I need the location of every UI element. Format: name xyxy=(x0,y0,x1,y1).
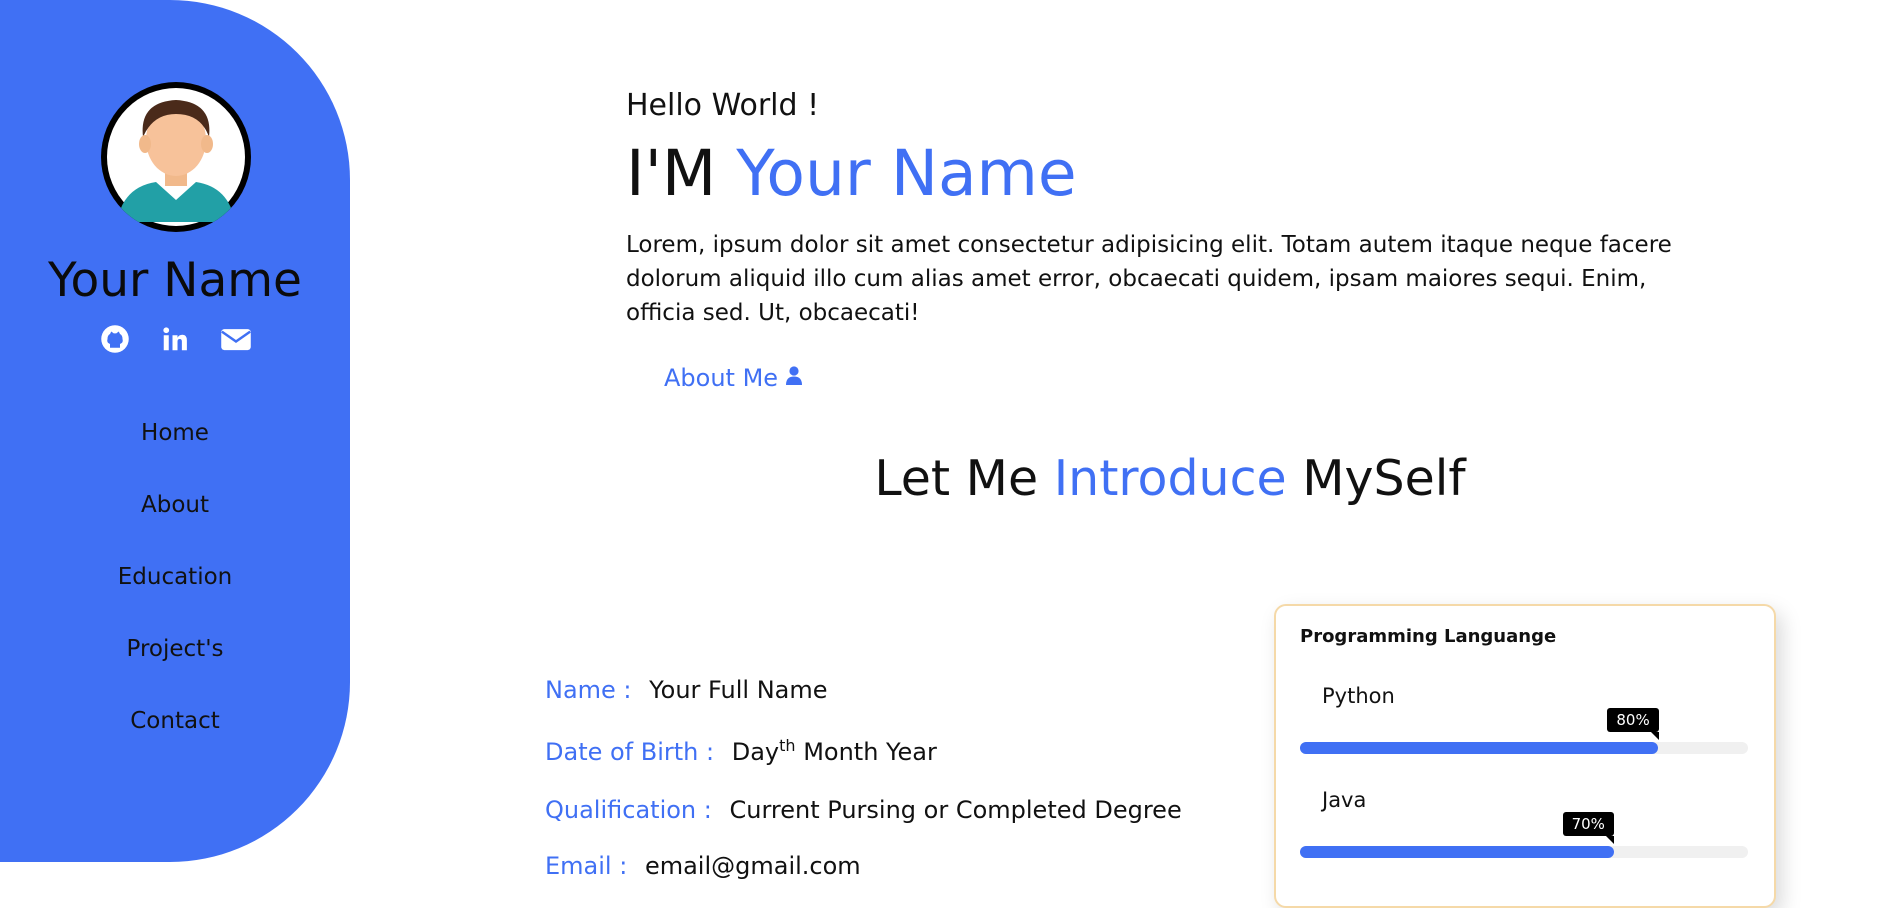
github-icon[interactable] xyxy=(100,324,130,354)
skills-card: Programming Languange Python 80% Java 70… xyxy=(1274,604,1776,908)
info-qualification-label: Qualification : xyxy=(545,796,712,824)
skill-java-fill xyxy=(1300,846,1614,858)
info-dob-label: Date of Birth : xyxy=(545,738,715,766)
info-name-row: Name : Your Full Name xyxy=(545,676,828,704)
info-name-label: Name : xyxy=(545,676,632,704)
section-title-accent: Introduce xyxy=(1053,450,1287,507)
info-dob-day: Day xyxy=(731,738,780,766)
avatar xyxy=(101,82,251,232)
section-title-part1: Let Me xyxy=(874,450,1039,507)
sidebar-name: Your Name xyxy=(48,253,302,308)
about-me-label: About Me xyxy=(664,364,779,392)
nav-education[interactable]: Education xyxy=(0,554,350,626)
envelope-icon[interactable] xyxy=(220,324,251,354)
about-me-link[interactable]: About Me xyxy=(664,364,803,392)
skill-java-name: Java xyxy=(1322,788,1367,812)
info-dob-row: Date of Birth : Dayth Month Year xyxy=(545,736,937,766)
sidebar: Your Name Home About Education Project's… xyxy=(0,0,350,862)
info-dob-sup: th xyxy=(779,736,796,755)
section-title-part2: MySelf xyxy=(1302,450,1466,507)
avatar-illustration xyxy=(107,88,245,226)
skill-python-track xyxy=(1300,742,1748,754)
hero-description: Lorem, ipsum dolor sit amet consectetur … xyxy=(626,232,1672,326)
info-name-value: Your Full Name xyxy=(649,676,828,704)
skill-python-tooltip: 80% xyxy=(1607,708,1660,740)
info-email-label: Email : xyxy=(545,852,628,880)
hero-prefix: I'M xyxy=(626,137,717,210)
info-qualification-value: Current Pursing or Completed Degree xyxy=(729,796,1182,824)
hero-title: I'M Your Name xyxy=(626,135,1077,213)
skill-python-name: Python xyxy=(1322,684,1395,708)
social-links xyxy=(0,324,350,354)
linkedin-icon[interactable] xyxy=(160,324,190,354)
skill-java-track xyxy=(1300,846,1748,858)
info-email-row: Email : email@gmail.com xyxy=(545,852,861,880)
info-qualification-row: Qualification : Current Pursing or Compl… xyxy=(545,796,1182,824)
skills-card-title: Programming Languange xyxy=(1300,626,1557,647)
section-title: Let Me Introduce MySelf xyxy=(0,450,1897,507)
info-email-value: email@gmail.com xyxy=(644,852,861,880)
skill-python-fill xyxy=(1300,742,1659,754)
nav-projects[interactable]: Project's xyxy=(0,626,350,698)
hero-greeting: Hello World ! xyxy=(626,88,820,123)
hero-name: Your Name xyxy=(736,137,1077,210)
nav-contact[interactable]: Contact xyxy=(0,698,350,770)
user-icon xyxy=(786,364,803,392)
skill-java-tooltip: 70% xyxy=(1562,812,1615,844)
info-dob-rest: Month Year xyxy=(803,738,937,766)
